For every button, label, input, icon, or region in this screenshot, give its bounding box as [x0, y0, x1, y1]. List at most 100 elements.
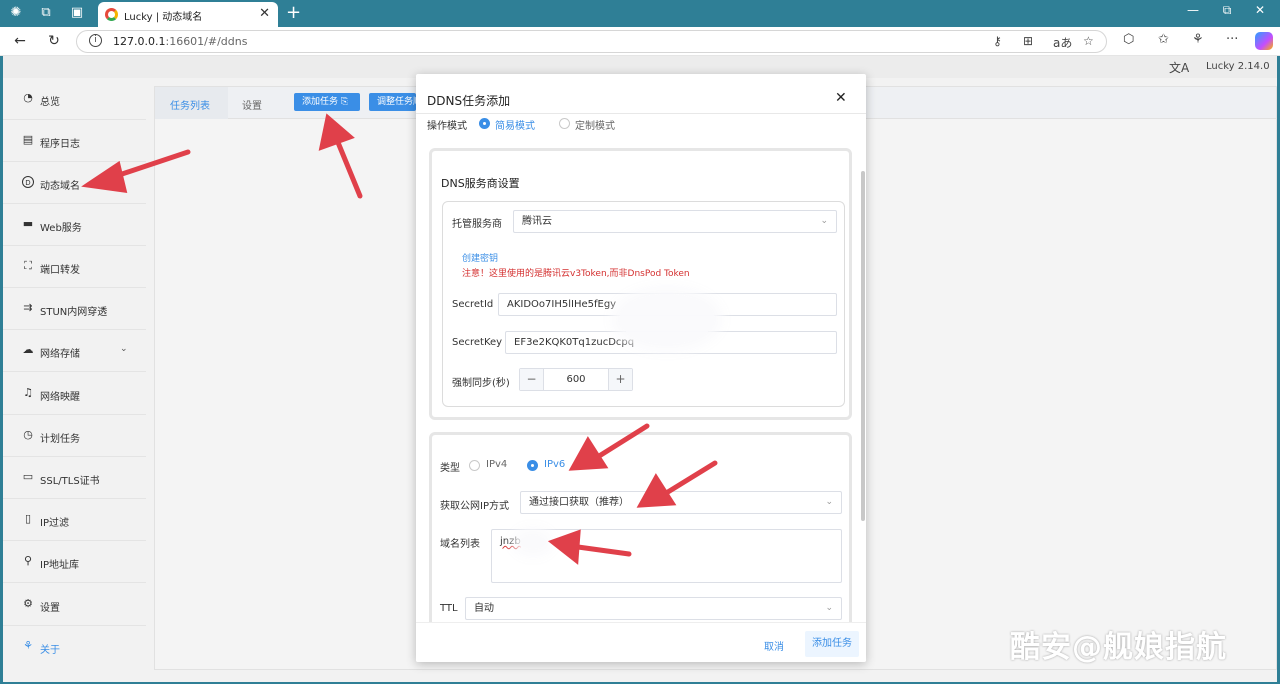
- url-text: 127.0.0.1:16601/#/ddns: [113, 35, 248, 48]
- new-tab-icon[interactable]: +: [286, 2, 301, 24]
- sidebar-item-ddns[interactable]: D 动态域名: [3, 162, 146, 204]
- sidebar-item-ip-filter[interactable]: ▯ IP过滤: [3, 499, 146, 541]
- url-field[interactable]: i 127.0.0.1:16601/#/ddns ⚷ ⊞ aあ ☆: [76, 30, 1107, 53]
- sidebar-item-logs[interactable]: ▤ 程序日志: [3, 120, 146, 162]
- close-icon[interactable]: ✕: [835, 90, 847, 106]
- lucky-favicon-icon: [105, 8, 118, 21]
- sidebar-item-port-forward[interactable]: ⛶ 端口转发: [3, 246, 146, 288]
- tab-settings[interactable]: 设置: [242, 97, 262, 112]
- site-info-icon[interactable]: i: [89, 34, 102, 47]
- sidebar-item-label: SSL/TLS证书: [40, 476, 100, 487]
- favorite-star-icon[interactable]: ☆: [1083, 34, 1094, 48]
- sidebar-item-web[interactable]: ▬ Web服务: [3, 204, 146, 246]
- chevron-down-icon: ⌄: [120, 344, 128, 354]
- privacy-blur: [619, 294, 715, 344]
- gear-icon: ⚙: [23, 597, 33, 610]
- mode-custom-label[interactable]: 定制模式: [575, 117, 615, 132]
- app-grid-icon[interactable]: ⊞: [1023, 34, 1033, 48]
- sidebar-item-label: 动态域名: [40, 181, 80, 192]
- app-version: Lucky 2.14.0: [1206, 61, 1270, 72]
- dashboard-icon: ◔: [23, 91, 33, 104]
- dialog-scrollbar[interactable]: [861, 171, 865, 521]
- dns-provider-inner: 托管服务商 腾讯云 ⌄ 创建密钥 注意！这里使用的是腾讯云v3Token,而非D…: [442, 201, 845, 407]
- chevron-down-icon: ⌄: [825, 497, 833, 507]
- chevron-down-icon: ⌄: [825, 603, 833, 613]
- sidebar-item-label: 端口转发: [40, 265, 80, 276]
- ipv6-radio[interactable]: [527, 460, 538, 471]
- ddns-add-dialog: DDNS任务添加 ✕ 操作模式 简易模式 定制模式 DNS服务商设置 托管服务商…: [416, 74, 866, 662]
- sync-value[interactable]: 600: [544, 369, 608, 390]
- collections-icon[interactable]: ⚘: [1192, 32, 1204, 47]
- ip-method-select[interactable]: 通过接口获取（推荐） ⌄: [520, 491, 842, 514]
- tab-actions-icon[interactable]: ▣: [67, 4, 87, 22]
- ipv6-label[interactable]: IPv6: [544, 459, 565, 470]
- about-icon: ⚘: [23, 639, 33, 652]
- provider-label: 托管服务商: [452, 219, 502, 230]
- workspaces-icon[interactable]: ⧉: [36, 4, 56, 22]
- mode-custom-radio[interactable]: [559, 118, 570, 129]
- watermark: 酷安@舰娘指航: [1010, 630, 1227, 665]
- read-aloud-icon[interactable]: aあ: [1053, 34, 1072, 51]
- sync-stepper[interactable]: − 600 +: [519, 368, 633, 391]
- sidebar-item-about[interactable]: ⚘ 关于: [3, 626, 146, 668]
- storage-icon: ☁: [22, 343, 34, 356]
- browser-address-bar: ← ↻ i 127.0.0.1:16601/#/ddns ⚷ ⊞ aあ ☆ ⬡ …: [0, 27, 1280, 56]
- mode-simple-radio[interactable]: [479, 118, 490, 129]
- sidebar-item-label: 计划任务: [40, 434, 80, 445]
- browser-tab[interactable]: Lucky | 动态域名 ✕: [98, 2, 278, 27]
- language-icon[interactable]: 文A: [1169, 59, 1189, 76]
- sidebar-item-settings[interactable]: ⚙ 设置: [3, 584, 146, 626]
- ttl-select[interactable]: 自动 ⌄: [465, 597, 842, 620]
- ipv4-label[interactable]: IPv4: [486, 459, 507, 470]
- adjust-order-button[interactable]: 调整任务顺: [369, 93, 416, 111]
- sidebar-item-stun[interactable]: ⇉ STUN内网穿透: [3, 288, 146, 330]
- add-task-button[interactable]: 添加任务 ⎘: [294, 93, 360, 111]
- sidebar-item-label: 网络存储: [40, 349, 80, 360]
- cert-icon: ▭: [22, 470, 34, 483]
- extensions-icon[interactable]: ⬡: [1123, 32, 1134, 47]
- ip-db-icon: ⚲: [23, 554, 33, 567]
- secret-key-label: SecretKey: [452, 337, 503, 348]
- sidebar-item-wake[interactable]: ♫ 网络映醒: [3, 373, 146, 415]
- cancel-button[interactable]: 取消: [764, 638, 784, 653]
- mode-label: 操作模式: [427, 121, 467, 132]
- provider-select[interactable]: 腾讯云 ⌄: [513, 210, 837, 233]
- decrement-icon[interactable]: −: [520, 369, 544, 390]
- ip-domain-card: 类型 IPv4 IPv6 获取公网IP方式 通过接口获取（推荐） ⌄ 域名列表 …: [429, 432, 852, 622]
- copilot-icon[interactable]: [1255, 32, 1273, 50]
- sidebar-item-ip-db[interactable]: ⚲ IP地址库: [3, 541, 146, 583]
- sidebar-item-ssl[interactable]: ▭ SSL/TLS证书: [3, 457, 146, 499]
- openai-icon[interactable]: ✺: [6, 4, 26, 22]
- restore-icon[interactable]: ⧉: [1215, 3, 1239, 18]
- key-icon[interactable]: ⚷: [993, 34, 1002, 48]
- dialog-title: DDNS任务添加: [427, 94, 511, 108]
- create-key-link[interactable]: 创建密钥: [462, 251, 498, 264]
- more-icon[interactable]: ···: [1226, 32, 1238, 47]
- mode-simple-label[interactable]: 简易模式: [495, 117, 535, 132]
- ipv4-radio[interactable]: [469, 460, 480, 471]
- back-icon[interactable]: ←: [10, 32, 30, 50]
- web-icon: ▬: [22, 217, 34, 230]
- tab-close-icon[interactable]: ✕: [259, 6, 270, 21]
- sidebar-item-schedule[interactable]: ◷ 计划任务: [3, 415, 146, 457]
- reload-icon[interactable]: ↻: [44, 32, 64, 50]
- submit-add-task-button[interactable]: 添加任务: [805, 631, 859, 657]
- sidebar-item-label: 程序日志: [40, 139, 80, 150]
- browser-tab-bar: ✺ ⧉ ▣ Lucky | 动态域名 ✕ + — ⧉ ✕: [0, 0, 1280, 27]
- ttl-label: TTL: [440, 603, 458, 614]
- tab-task-list[interactable]: 任务列表: [170, 97, 210, 112]
- token-warning: 注意！这里使用的是腾讯云v3Token,而非DnsPod Token: [462, 269, 690, 279]
- sidebar-item-overview[interactable]: ◔ 总览: [3, 78, 146, 120]
- sidebar: ◔ 总览 ▤ 程序日志 D 动态域名 ▬ Web服务 ⛶ 端口转发 ⇉ STUN…: [3, 78, 146, 682]
- dialog-body: 操作模式 简易模式 定制模式 DNS服务商设置 托管服务商 腾讯云 ⌄ 创建密钥…: [416, 114, 866, 622]
- dns-section-title: DNS服务商设置: [441, 177, 520, 190]
- ip-method-label: 获取公网IP方式: [440, 501, 509, 512]
- window-close-icon[interactable]: ✕: [1248, 3, 1272, 17]
- favorites-icon[interactable]: ✩: [1158, 32, 1169, 47]
- minimize-icon[interactable]: —: [1181, 3, 1205, 17]
- schedule-icon: ◷: [23, 428, 33, 441]
- sidebar-item-storage[interactable]: ☁ 网络存储 ⌄: [3, 330, 146, 372]
- sidebar-item-label: 总览: [40, 97, 60, 108]
- increment-icon[interactable]: +: [608, 369, 632, 390]
- sidebar-item-label: IP过滤: [40, 518, 69, 529]
